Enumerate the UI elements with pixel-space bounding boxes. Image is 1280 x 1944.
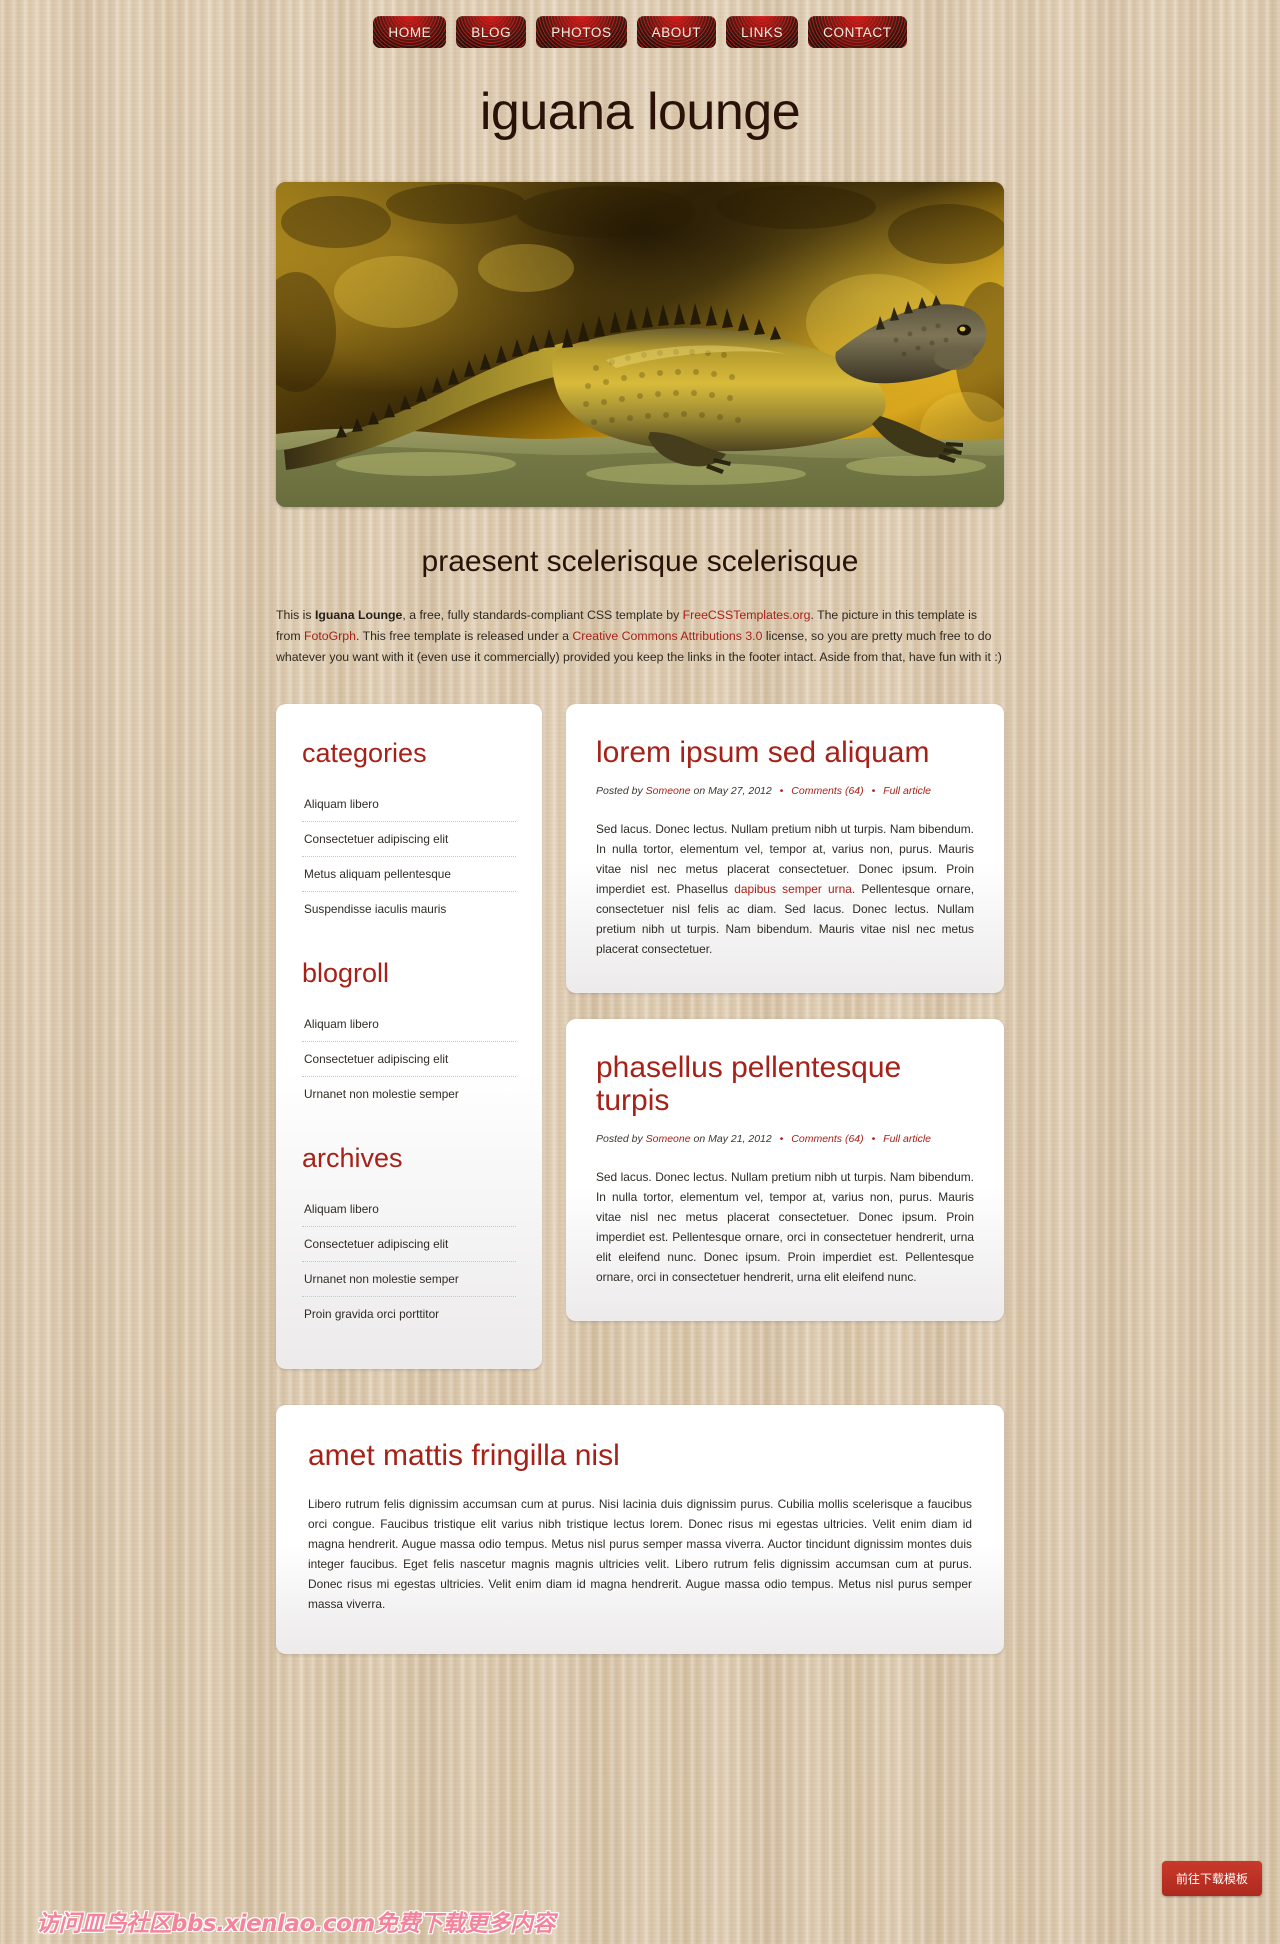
list-item[interactable]: Urnanet non molestie semper [302,1077,516,1111]
download-template-button[interactable]: 前往下载模板 [1161,1861,1262,1896]
intro-paragraph: This is Iguana Lounge, a free, fully sta… [276,605,1004,668]
list-item[interactable]: Proin gravida orci porttitor [302,1297,516,1331]
post-full-article-link[interactable]: Full article [883,1133,931,1145]
meta-separator-dot: • [871,785,876,797]
list-item[interactable]: Aliquam libero [302,787,516,822]
post-author-link[interactable]: Someone [646,1133,691,1145]
intro-text-1: This is [276,608,315,622]
post-date: May 27, 2012 [708,785,772,797]
meta-separator-dot: • [779,1133,784,1145]
post-amet-mattis-fringilla-nisl: amet mattis fringilla nisl Libero rutrum… [276,1405,1004,1654]
post-date: May 21, 2012 [708,1133,772,1145]
post-title[interactable]: amet mattis fringilla nisl [308,1439,972,1472]
main-content: lorem ipsum sed aliquam Posted by Someon… [566,704,1004,1321]
list-item[interactable]: Consectetuer adipiscing elit [302,1227,516,1262]
post-phasellus-pellentesque-turpis: phasellus pellentesque turpis Posted by … [566,1019,1004,1321]
nav-item-links[interactable]: LINKS [726,16,798,48]
list-item[interactable]: Urnanet non molestie semper [302,1262,516,1297]
post-body: Sed lacus. Donec lectus. Nullam pretium … [596,1170,974,1284]
hero-image [276,182,1004,507]
list-item[interactable]: Aliquam libero [302,1192,516,1227]
post-meta-on: on [693,785,706,797]
nav-item-contact[interactable]: CONTACT [808,16,906,48]
intro-text-2: , a free, fully standards-compliant CSS … [402,608,683,622]
post-comments-link[interactable]: Comments (64) [791,1133,863,1145]
sidebar-heading-archives: archives [302,1143,403,1173]
post-body: Sed lacus. Donec lectus. Nullam pretium … [596,819,974,959]
site-watermark: 访问皿鸟社区bbs.xienlao.com免费下载更多内容 [36,1911,555,1937]
post-title[interactable]: lorem ipsum sed aliquam [596,736,974,769]
link-creative-commons[interactable]: Creative Commons Attributions 3.0 [572,629,762,643]
nav-item-photos[interactable]: PHOTOS [536,16,626,48]
page-root: HOME BLOG PHOTOS ABOUT LINKS CONTACT igu… [0,0,1280,1654]
iguana-photo-illustration [276,182,1004,507]
post-meta: Posted by Someone on May 21, 2012 • Comm… [596,1133,974,1145]
sidebar-heading-blogroll: blogroll [302,958,390,988]
link-freecsstemplates[interactable]: FreeCSSTemplates.org [683,608,811,622]
sidebar-list-categories: Aliquam libero Consectetuer adipiscing e… [302,787,516,926]
nav-item-about[interactable]: ABOUT [637,16,717,48]
post-title[interactable]: phasellus pellentesque turpis [596,1051,974,1117]
intro-text-4: . This free template is released under a [355,629,573,643]
sidebar: categories Aliquam libero Consectetuer a… [276,704,542,1369]
post-meta-posted-by: Posted by [596,1133,643,1145]
meta-separator-dot: • [871,1133,876,1145]
sidebar-heading-categories: categories [302,738,427,768]
list-item[interactable]: Consectetuer adipiscing elit [302,1042,516,1077]
sidebar-list-blogroll: Aliquam libero Consectetuer adipiscing e… [302,1007,516,1111]
content-columns: categories Aliquam libero Consectetuer a… [276,704,1004,1369]
post-lorem-ipsum-sed-aliquam: lorem ipsum sed aliquam Posted by Someon… [566,704,1004,993]
post-meta: Posted by Someone on May 27, 2012 • Comm… [596,785,974,797]
intro-brand: Iguana Lounge [314,608,403,622]
main-navigation: HOME BLOG PHOTOS ABOUT LINKS CONTACT [0,0,1280,48]
nav-item-blog[interactable]: BLOG [456,16,526,48]
post-meta-posted-by: Posted by [596,785,643,797]
list-item[interactable]: Aliquam libero [302,1007,516,1042]
post-inline-link[interactable]: dapibus semper urna [734,882,852,896]
page-heading: praesent scelerisque scelerisque [421,545,859,578]
post-meta-on: on [693,1133,706,1145]
post-comments-link[interactable]: Comments (64) [791,785,863,797]
site-title: iguana lounge [479,83,801,141]
list-item[interactable]: Metus aliquam pellentesque [302,857,516,892]
post-full-article-link[interactable]: Full article [883,785,931,797]
post-author-link[interactable]: Someone [646,785,691,797]
post-body: Libero rutrum felis dignissim accumsan c… [308,1497,972,1611]
list-item[interactable]: Suspendisse iaculis mauris [302,892,516,926]
meta-separator-dot: • [779,785,784,797]
list-item[interactable]: Consectetuer adipiscing elit [302,822,516,857]
nav-item-home[interactable]: HOME [373,16,446,48]
sidebar-list-archives: Aliquam libero Consectetuer adipiscing e… [302,1192,516,1331]
link-fotogrph[interactable]: FotoGrph [304,629,356,643]
